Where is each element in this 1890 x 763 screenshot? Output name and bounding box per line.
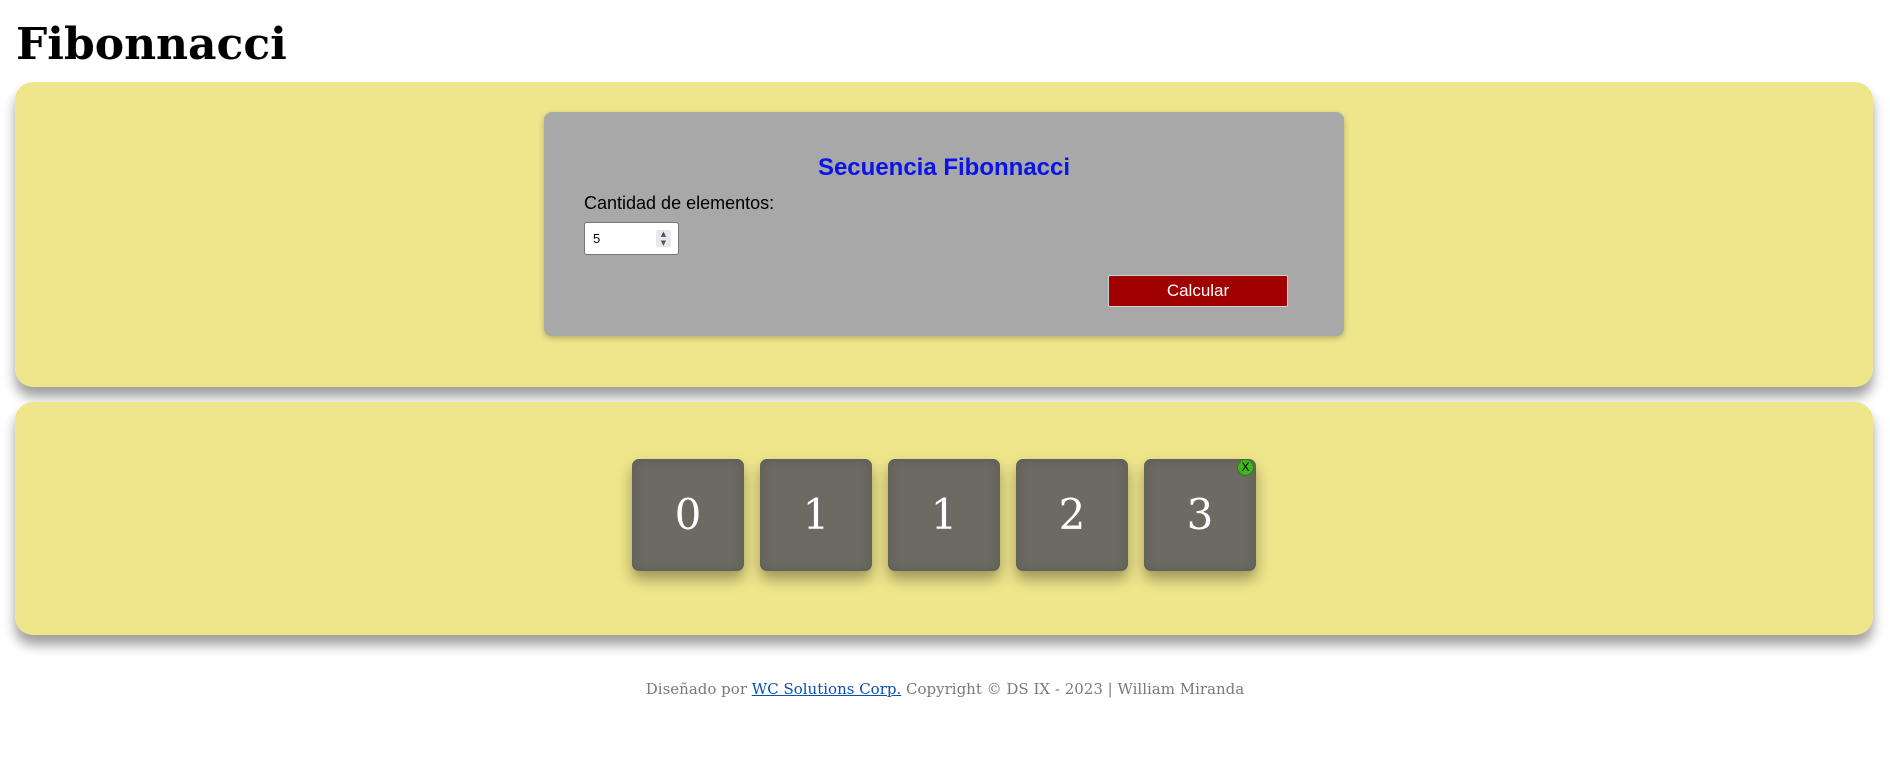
page-title: Fibonnacci (16, 19, 287, 70)
fibonacci-tile: 3 (1144, 459, 1256, 571)
quantity-input-value: 5 (593, 231, 601, 246)
footer-link[interactable]: WC Solutions Corp. (752, 680, 901, 698)
spin-down-icon[interactable]: ▼ (656, 239, 671, 247)
footer-copyright: Copyright © DS IX - 2023 | William Miran… (906, 680, 1245, 698)
quantity-label: Cantidad de elementos: (584, 193, 775, 213)
spin-up-icon[interactable]: ▲ (656, 230, 671, 238)
quantity-input[interactable]: 5 ▲ ▼ (584, 222, 679, 255)
fibonacci-tile: 1 (888, 459, 1000, 571)
fibonacci-tile: 1 (760, 459, 872, 571)
calculate-button[interactable]: Calcular (1108, 275, 1288, 307)
fibonacci-form: Secuencia Fibonnacci Cantidad de element… (544, 112, 1344, 336)
fibonacci-tile: 0 (632, 459, 744, 571)
fibonacci-tile: 2 (1016, 459, 1128, 571)
fibonacci-results: 0 1 1 2 3 (632, 459, 1260, 571)
form-title: Secuencia Fibonnacci (817, 154, 1071, 181)
spinner-arrows-icon[interactable]: ▲ ▼ (656, 230, 671, 247)
footer-prefix: Diseñado por (645, 680, 747, 698)
footer: Diseñado por WC Solutions Corp. Copyrigh… (0, 680, 1890, 698)
close-icon[interactable]: X (1237, 459, 1254, 476)
